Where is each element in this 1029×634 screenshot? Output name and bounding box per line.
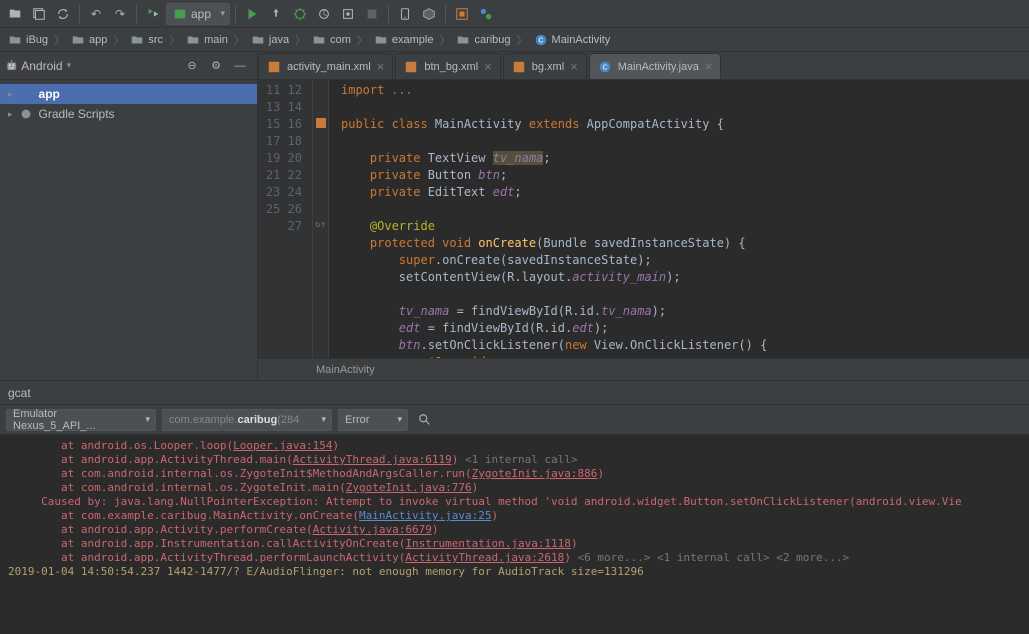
chevron-right-icon: 〉 [234,32,245,48]
tab-btn-bg[interactable]: btn_bg.xml × [395,53,500,79]
layout-inspector-icon[interactable] [451,3,473,25]
breadcrumb-item[interactable]: app [67,31,111,49]
tab-main-activity[interactable]: C MainActivity.java × [589,53,722,79]
project-panel: 🤖 Android ▾ ⊖ ⚙ — ▸ app ▸ Gradle Scripts [0,52,258,380]
breadcrumb-item[interactable]: example [370,31,438,49]
editor-tabs: activity_main.xml × btn_bg.xml × bg.xml … [258,52,1029,80]
breadcrumb-item[interactable]: CMainActivity [530,31,615,49]
expand-arrow-icon: ▸ [8,109,13,120]
profiler-icon[interactable] [313,3,335,25]
breadcrumb-footer[interactable]: MainActivity [258,358,1029,380]
main-toolbar: ↶ ↷ app [0,0,1029,28]
log-level-selector[interactable]: Error [338,409,408,431]
debug-icon[interactable] [289,3,311,25]
chevron-right-icon: 〉 [357,32,368,48]
close-icon[interactable]: × [377,59,385,74]
breadcrumb: iBug 〉 app 〉 src 〉 main 〉 java 〉 com 〉 e… [0,28,1029,52]
redo-icon[interactable]: ↷ [109,3,131,25]
close-icon[interactable]: × [484,59,492,74]
search-icon[interactable] [414,409,436,431]
chevron-right-icon: 〉 [113,32,124,48]
gutter[interactable]: 11 12 13 14 15 16 17 18 19 20 21 22 23 2… [258,80,313,358]
svg-text:C: C [538,37,543,44]
resource-manager-icon[interactable] [475,3,497,25]
logcat-panel: gcat Emulator Nexus_5_API_... com.exampl… [0,380,1029,634]
avd-manager-icon[interactable] [394,3,416,25]
tab-bg[interactable]: bg.xml × [503,53,587,79]
main-area: 🤖 Android ▾ ⊖ ⚙ — ▸ app ▸ Gradle Scripts [0,52,1029,380]
save-all-icon[interactable] [28,3,50,25]
sdk-manager-icon[interactable] [418,3,440,25]
chevron-right-icon: 〉 [439,32,450,48]
gear-icon[interactable]: ⚙ [205,55,227,77]
open-file-icon[interactable] [4,3,26,25]
expand-arrow-icon: ▸ [8,89,13,100]
log-content[interactable]: at android.os.Looper.loop(Looper.java:15… [0,435,1029,634]
project-view-selector[interactable]: 🤖 Android ▾ [6,59,71,73]
gutter-icons: ↻↑ [313,80,329,358]
process-selector[interactable]: com.example.caribug (284 [162,409,332,431]
chevron-right-icon: 〉 [169,32,180,48]
run-config-label: app [191,7,211,21]
sync-icon[interactable] [52,3,74,25]
close-icon[interactable]: × [570,59,578,74]
project-tree: ▸ app ▸ Gradle Scripts [0,80,257,128]
tree-item-gradle[interactable]: ▸ Gradle Scripts [0,104,257,124]
attach-debugger-icon[interactable] [337,3,359,25]
robot-icon: 🤖 [6,60,17,71]
apply-changes-icon[interactable] [265,3,287,25]
breadcrumb-item[interactable]: java [247,31,293,49]
tab-activity-main[interactable]: activity_main.xml × [258,53,393,79]
run-config-combo[interactable]: app [166,3,230,25]
breadcrumb-item[interactable]: caribug [452,31,514,49]
device-selector[interactable]: Emulator Nexus_5_API_... [6,409,156,431]
close-icon[interactable]: × [705,59,713,74]
code-editor[interactable]: 11 12 13 14 15 16 17 18 19 20 21 22 23 2… [258,80,1029,358]
svg-text:C: C [602,64,607,71]
breadcrumb-item[interactable]: iBug [4,31,52,49]
build-icon[interactable] [142,3,164,25]
tree-item-app[interactable]: ▸ app [0,84,257,104]
hide-icon[interactable]: — [229,55,251,77]
run-icon[interactable] [241,3,263,25]
code-content[interactable]: import ... public class MainActivity ext… [329,80,1029,358]
editor-area: activity_main.xml × btn_bg.xml × bg.xml … [258,52,1029,380]
stop-icon[interactable] [361,3,383,25]
breadcrumb-item[interactable]: com [308,31,355,49]
breadcrumb-item[interactable]: src [126,31,167,49]
chevron-right-icon: 〉 [54,32,65,48]
collapse-all-icon[interactable]: ⊖ [181,55,203,77]
project-panel-header: 🤖 Android ▾ ⊖ ⚙ — [0,52,257,80]
chevron-right-icon: 〉 [517,32,528,48]
logcat-toolbar: Emulator Nexus_5_API_... com.example.car… [0,405,1029,435]
undo-icon[interactable]: ↶ [85,3,107,25]
breadcrumb-item[interactable]: main [182,31,232,49]
chevron-down-icon: ▾ [67,60,72,71]
chevron-right-icon: 〉 [295,32,306,48]
logcat-header[interactable]: gcat [0,381,1029,405]
